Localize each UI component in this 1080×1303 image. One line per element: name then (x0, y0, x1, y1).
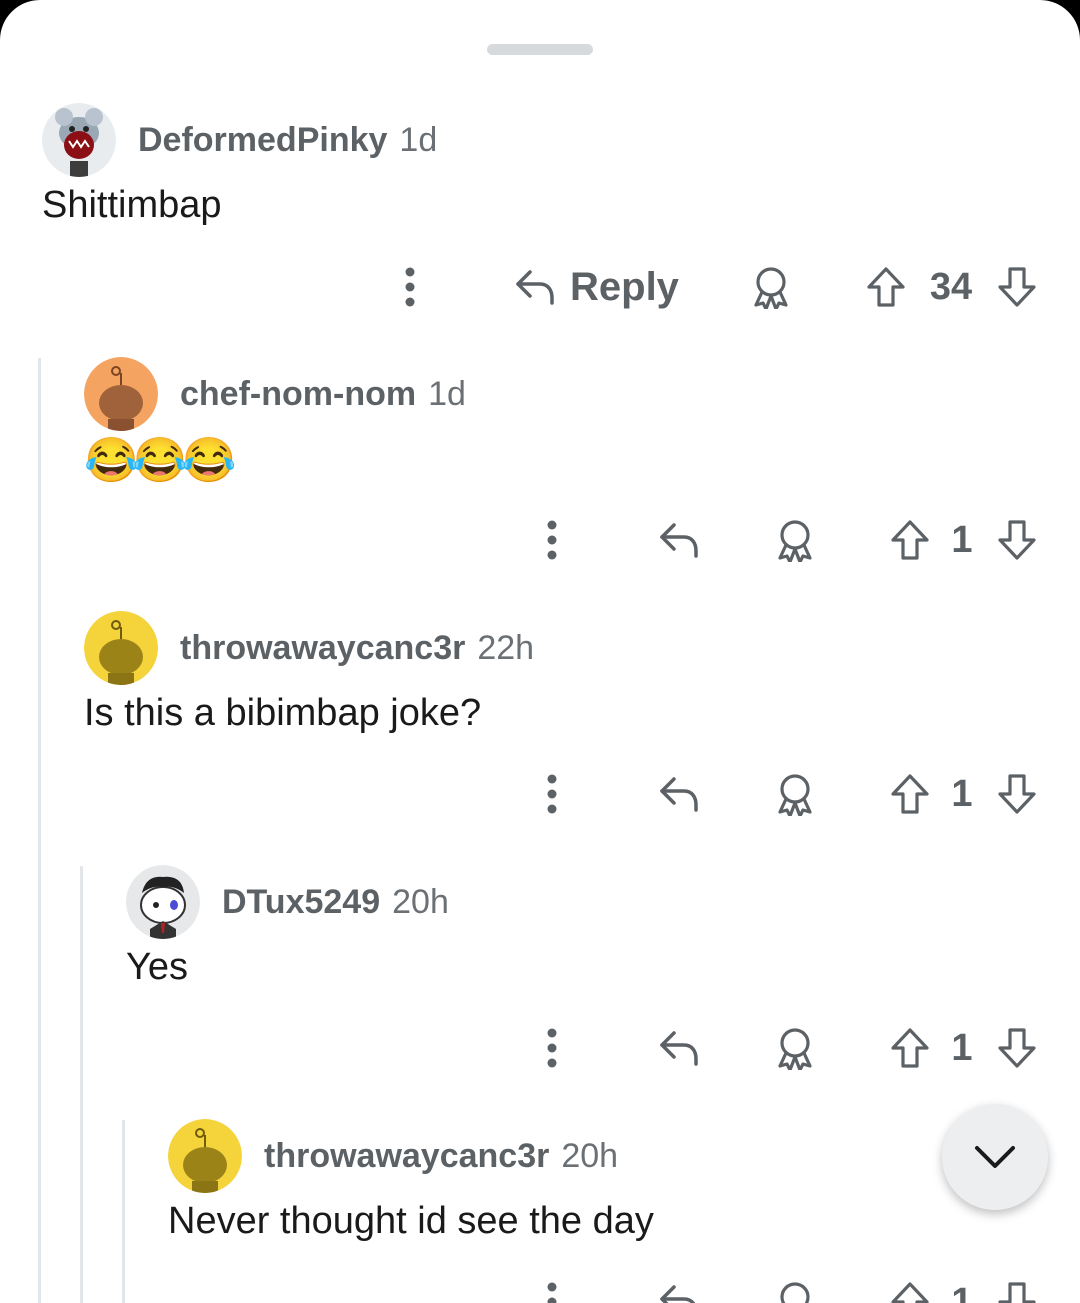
upvote-button[interactable] (888, 759, 932, 829)
downvote-button[interactable] (995, 1267, 1039, 1303)
username[interactable]: throwawaycanc3r (180, 629, 465, 668)
avatar[interactable] (84, 357, 158, 431)
avatar[interactable] (126, 865, 200, 939)
upvote-icon (891, 520, 929, 560)
reply-icon (660, 1031, 698, 1066)
upvote-button[interactable] (888, 505, 932, 575)
comment-body: 😂😂😂 (84, 436, 236, 485)
comment-actions: 1 (0, 1013, 1080, 1083)
comment-header: DTux5249 20h (126, 865, 449, 939)
comment-actions: 1 (0, 505, 1080, 575)
award-icon (778, 774, 812, 816)
comment-header: DeformedPinky 1d (42, 103, 437, 177)
downvote-icon (998, 267, 1036, 307)
comment-header: chef-nom-nom 1d (84, 357, 466, 431)
upvote-icon (867, 267, 905, 307)
downvote-button[interactable] (995, 505, 1039, 575)
timestamp: 1d (428, 374, 466, 413)
reply-icon (660, 523, 698, 558)
award-icon (780, 1282, 810, 1303)
reply-label: Reply (570, 264, 679, 309)
downvote-icon (998, 1282, 1036, 1303)
timestamp: 22h (477, 628, 535, 667)
comment-body: Never thought id see the day (168, 1200, 654, 1242)
award-icon (778, 520, 812, 562)
vote-count: 1 (951, 1281, 973, 1303)
username[interactable]: DTux5249 (222, 883, 380, 922)
more-icon (405, 267, 415, 307)
more-button[interactable] (530, 1267, 574, 1303)
downvote-icon (998, 1028, 1036, 1068)
reply-button[interactable] (656, 759, 702, 829)
award-button[interactable] (772, 1013, 818, 1083)
comment-actions: Reply 34 (0, 252, 1080, 322)
more-icon (547, 774, 557, 814)
comment-actions: 1 (0, 1267, 1080, 1303)
avatar[interactable] (168, 1119, 242, 1193)
more-button[interactable] (530, 759, 574, 829)
timestamp: 20h (392, 882, 449, 921)
vote-count: 34 (929, 266, 973, 308)
downvote-icon (998, 520, 1036, 560)
chevron-down-icon (975, 1146, 1015, 1168)
more-button[interactable] (388, 252, 432, 322)
upvote-button[interactable] (888, 1267, 932, 1303)
upvote-button[interactable] (888, 1013, 932, 1083)
upvote-button[interactable] (864, 252, 908, 322)
avatar[interactable] (84, 611, 158, 685)
reply-button[interactable] (656, 505, 702, 575)
vote-count: 1 (951, 519, 973, 561)
reply-button[interactable]: Reply (514, 252, 679, 322)
comments-sheet: DeformedPinky 1d Shittimbap Reply 34 che… (0, 0, 1080, 1303)
award-button[interactable] (772, 505, 818, 575)
reply-button[interactable] (656, 1013, 702, 1083)
more-button[interactable] (530, 1013, 574, 1083)
downvote-button[interactable] (995, 252, 1039, 322)
drag-handle[interactable] (487, 44, 593, 55)
more-icon (547, 1028, 557, 1068)
comment-header: throwawaycanc3r 20h (168, 1119, 618, 1193)
downvote-icon (998, 774, 1036, 814)
thread-line-level1[interactable] (38, 358, 41, 1303)
username[interactable]: chef-nom-nom (180, 375, 416, 414)
more-icon (547, 1282, 557, 1303)
comment-body: Is this a bibimbap joke? (84, 692, 482, 734)
award-button[interactable] (772, 1267, 818, 1303)
reply-button[interactable] (656, 1267, 702, 1303)
upvote-icon (891, 774, 929, 814)
comment-header: throwawaycanc3r 22h (84, 611, 534, 685)
timestamp: 1d (399, 120, 438, 159)
comment-actions: 1 (0, 759, 1080, 829)
award-button[interactable] (772, 759, 818, 829)
avatar[interactable] (42, 103, 116, 177)
vote-count: 1 (951, 1027, 973, 1069)
next-comment-button[interactable] (942, 1104, 1048, 1210)
comment-body: Shittimbap (42, 184, 222, 226)
award-icon (754, 267, 788, 309)
more-button[interactable] (530, 505, 574, 575)
reply-icon (516, 270, 554, 305)
username[interactable]: throwawaycanc3r (264, 1137, 549, 1176)
upvote-icon (891, 1028, 929, 1068)
more-icon (547, 520, 557, 560)
upvote-icon (891, 1282, 929, 1303)
comment-body: Yes (126, 946, 188, 988)
reply-icon (660, 777, 698, 812)
username[interactable]: DeformedPinky (138, 121, 387, 160)
award-button[interactable] (748, 252, 794, 322)
timestamp: 20h (561, 1136, 619, 1175)
thread-line-level2[interactable] (80, 866, 83, 1303)
downvote-button[interactable] (995, 759, 1039, 829)
award-icon (778, 1028, 812, 1070)
reply-icon (660, 1285, 696, 1303)
vote-count: 1 (951, 773, 973, 815)
downvote-button[interactable] (995, 1013, 1039, 1083)
